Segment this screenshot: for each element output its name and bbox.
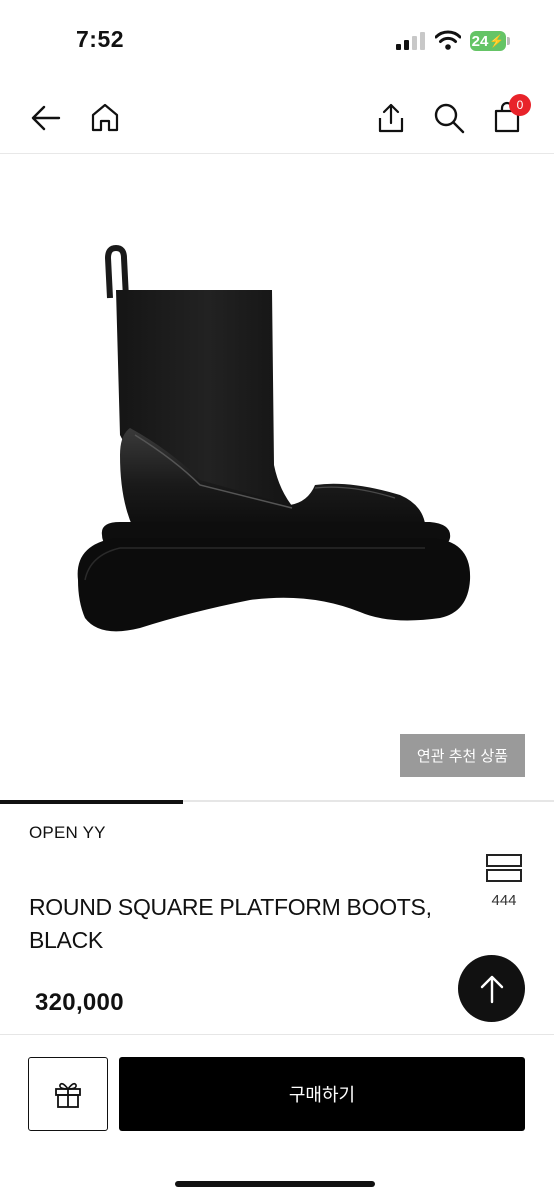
arrow-up-icon [480,975,503,1003]
status-time: 7:52 [76,26,125,52]
related-products-button[interactable]: 연관 추천 상품 [400,734,525,777]
gift-button[interactable] [28,1057,108,1131]
search-icon[interactable] [432,101,466,135]
brand-name[interactable]: OPEN YY [29,823,106,843]
cellular-signal-icon [396,32,425,50]
footer-divider [0,1034,554,1035]
header-divider [0,153,554,154]
compare-icon[interactable] [485,853,523,883]
product-image[interactable] [60,240,500,640]
gallery-progress-fill [0,800,183,804]
back-arrow-icon[interactable] [29,101,63,135]
scroll-to-top-button[interactable] [458,955,525,1022]
buy-button[interactable]: 구매하기 [119,1057,525,1131]
cart-count-badge: 0 [509,94,531,116]
wifi-icon [435,30,461,50]
charging-bolt-icon: ⚡ [489,34,505,48]
battery-indicator: 24 ⚡ [470,31,506,51]
share-icon[interactable] [374,101,408,135]
product-price: 320,000 [35,989,124,1016]
compare-count: 444 [491,892,517,909]
battery-tip [507,37,510,45]
product-name: ROUND SQUARE PLATFORM BOOTS, BLACK [29,894,432,953]
home-icon[interactable] [88,101,122,135]
battery-level: 24 [471,32,489,50]
gift-icon [55,1082,81,1108]
home-indicator [175,1181,375,1187]
